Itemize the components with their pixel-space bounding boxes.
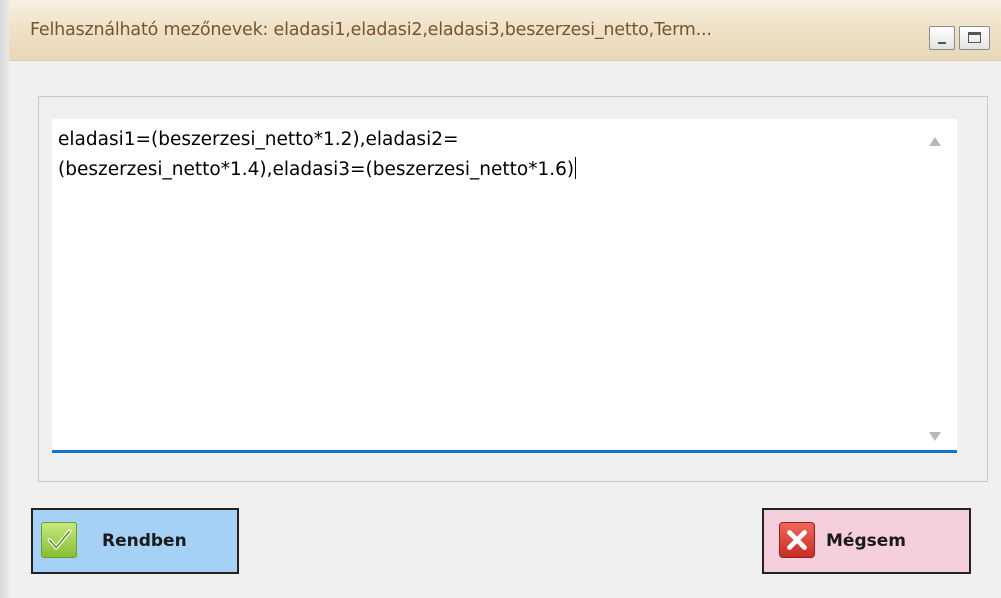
minimize-icon xyxy=(938,42,946,44)
window-title: Felhasználható mezőnevek: eladasi1,elada… xyxy=(30,20,712,40)
scroll-down-arrow-icon[interactable] xyxy=(929,432,941,441)
scroll-up-arrow-icon[interactable] xyxy=(929,137,941,146)
formula-text: eladasi1=(beszerzesi_netto*1.2),eladasi2… xyxy=(58,129,577,180)
cancel-button[interactable]: Mégsem xyxy=(762,508,971,574)
cancel-button-label: Mégsem xyxy=(826,531,906,551)
ok-button-label: Rendben xyxy=(102,531,187,551)
title-bar[interactable]: Felhasználható mezőnevek: eladasi1,elada… xyxy=(9,0,1001,61)
formula-textarea[interactable]: eladasi1=(beszerzesi_netto*1.2),eladasi2… xyxy=(52,119,957,453)
maximize-icon xyxy=(968,32,981,43)
maximize-button[interactable] xyxy=(959,26,990,50)
ok-button[interactable]: Rendben xyxy=(31,508,239,574)
minimize-button[interactable] xyxy=(929,26,955,50)
text-caret xyxy=(575,157,577,179)
close-icon xyxy=(779,522,815,558)
check-icon xyxy=(41,522,77,558)
